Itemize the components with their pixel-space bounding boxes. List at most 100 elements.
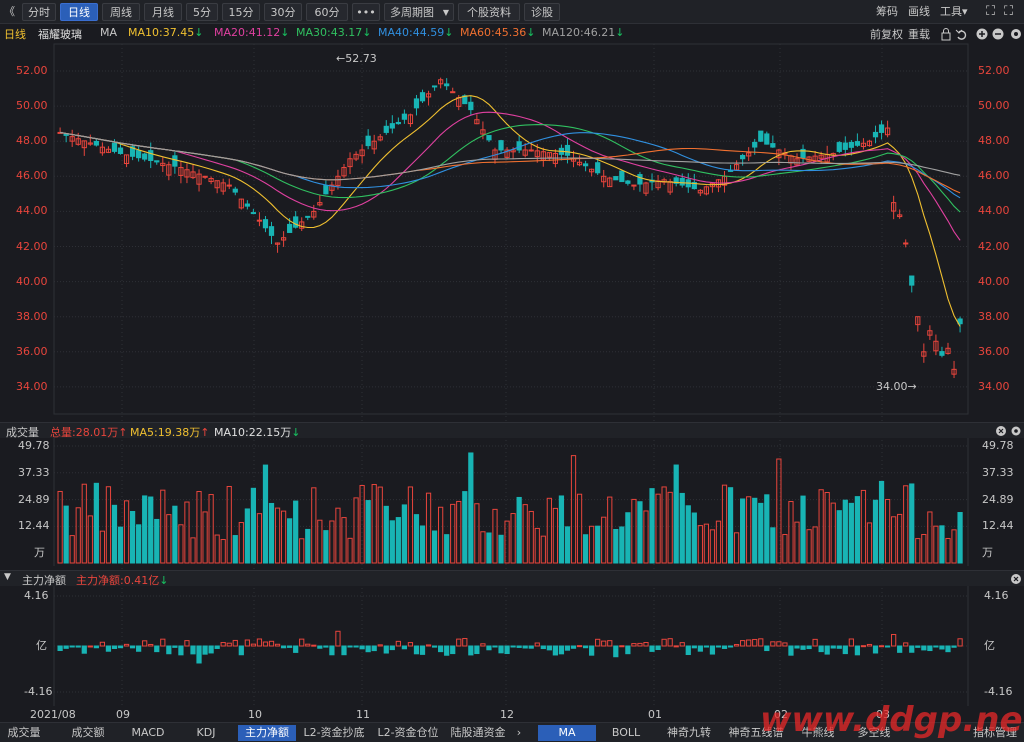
volume-bar [154,518,160,564]
flow-bar [540,645,546,650]
volume-bar [256,513,263,564]
flow-bar [546,645,552,651]
volume-bar [456,500,462,564]
flow-bar [637,642,643,647]
volume-bar [649,488,655,564]
flow-bar [921,645,927,651]
flow-bar [607,640,613,647]
flow-bar [564,645,571,651]
collapse-icon[interactable]: ▼ [4,572,11,582]
candle-body [256,219,263,222]
tab-ma[interactable]: MA [538,725,596,741]
price-tick-label: 44.00 [978,204,1010,218]
close-icon[interactable] [996,426,1006,436]
tab-l2-position[interactable]: L2-资金仓位 [372,725,444,741]
candle-body [468,101,474,111]
flow-bar [613,645,619,658]
flow-bar [395,640,401,647]
settings-icon[interactable] [1011,426,1021,436]
volume-total: 总量:28.01万↑ [50,424,127,440]
candle-body [595,162,601,174]
close-icon[interactable] [1010,573,1022,585]
flow-bar [842,645,848,655]
volume-bar [945,537,951,564]
volume-bar [299,538,305,564]
tab-volume[interactable]: 成交量 [0,725,48,741]
flow-bar [522,645,528,649]
tab-boll[interactable]: BOLL [600,725,652,741]
tab-turnover[interactable]: 成交额 [62,725,114,741]
volume-bar [673,464,679,564]
volume-bar [740,498,746,564]
volume-bar [184,501,190,564]
candle-body [93,140,99,146]
volume-bar [576,493,583,564]
candle-body [854,141,861,146]
candle-body [287,223,293,233]
flow-bar [733,644,740,647]
candle-body [142,153,148,160]
flow-bar [649,645,655,652]
volume-bar [136,524,142,564]
volume-bar [148,496,154,564]
volume-bar [619,526,625,564]
tab-l2-bottom[interactable]: L2-资金抄底 [298,725,370,741]
volume-bar [214,534,220,564]
volume-bar [516,496,522,564]
price-tick-label: 48.00 [16,134,48,148]
flow-bar [208,645,214,654]
tab-hk-connect[interactable]: 陆股通资金 [446,725,510,741]
volume-bar [480,531,486,564]
flow-bar [848,638,854,647]
volume-bar [709,529,716,564]
candle-body [413,98,420,109]
flow-tick-label: 4.16 [24,589,49,602]
candle-body [117,147,124,154]
flow-bar [492,645,498,648]
flow-bar [190,645,196,655]
flow-bar [794,645,800,649]
chevron-right-icon[interactable]: › [512,725,526,741]
volume-bar [190,537,196,564]
volume-bar [951,529,957,564]
tab-main-flow[interactable]: 主力净额 [238,725,296,741]
volume-bar [697,525,703,564]
volume-bar [613,528,619,564]
volume-bar [486,532,492,564]
kline-chart[interactable] [0,0,1024,742]
flow-bar [123,643,130,647]
price-tick-label: 50.00 [16,99,48,113]
flow-bar [99,641,106,647]
flow-bar [746,639,752,647]
volume-bar [105,486,112,564]
candle-body [136,150,142,159]
flow-bar [238,645,244,656]
flow-bar [558,645,565,655]
volume-bar [117,526,124,564]
flow-bar [172,645,178,648]
flow-title[interactable]: 主力净额 [22,572,66,588]
ma-line [60,124,961,213]
date-tick-label: 2021/08 [30,708,76,721]
volume-bar [788,501,794,564]
volume-bar [746,496,752,564]
volume-bar [806,529,812,564]
tab-macd[interactable]: MACD [122,725,174,741]
flow-bar [866,643,873,647]
volume-bar [196,491,202,564]
flow-bar [576,645,583,648]
volume-bar [903,485,909,564]
volume-bar [564,526,571,564]
price-tick-label: 42.00 [978,239,1010,253]
flow-bar [419,645,426,655]
flow-bar [933,645,939,648]
volume-bar [764,494,770,564]
volume-bar [921,533,927,564]
tab-magic-nine[interactable]: 神奇九转 [660,725,718,741]
flow-bar [909,645,915,653]
tab-kdj[interactable]: KDJ [184,725,228,741]
flow-bar [401,645,408,650]
flow-bar [945,645,951,653]
flow-tick-label: -4.16 [984,685,1013,698]
volume-title[interactable]: 成交量 [6,424,39,440]
